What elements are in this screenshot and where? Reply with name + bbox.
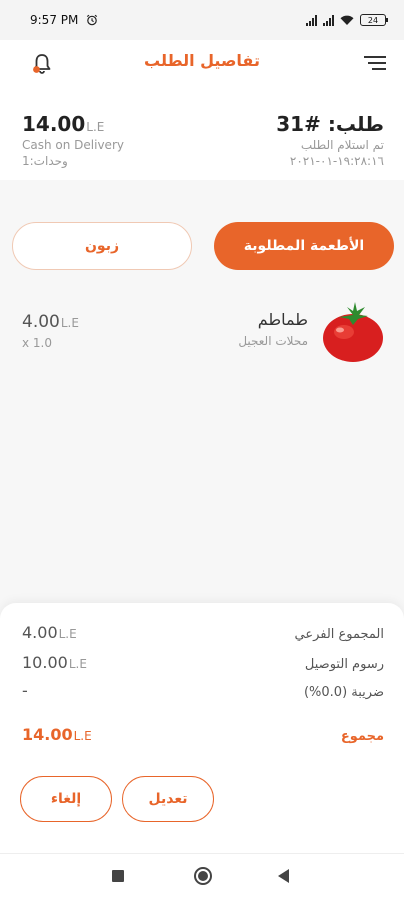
total-row: 14.00 L.E مجموع xyxy=(22,725,384,744)
alarm-icon xyxy=(87,14,98,26)
subtotal-currency: L.E xyxy=(58,627,77,641)
order-total-currency: L.E xyxy=(86,120,105,134)
signal-icon-2 xyxy=(323,14,334,26)
battery-level: 24 xyxy=(367,15,379,25)
order-date: ١٩:٢٨:١٦-٠١-٢٠٢١ xyxy=(289,154,384,168)
order-total: 14.00 L.E xyxy=(22,112,104,136)
edit-button[interactable]: تعديل xyxy=(122,776,214,822)
total-currency: L.E xyxy=(73,729,92,743)
app-bar: تفاصيل الطلب xyxy=(0,40,404,90)
subtotal-label: المجموع الفرعي xyxy=(294,627,384,642)
item-quantity: x 1.0 xyxy=(22,336,52,350)
total-amount: 14.00 xyxy=(22,725,73,744)
home-icon[interactable] xyxy=(194,867,212,885)
delivery-fee-amount: 10.00 xyxy=(22,653,68,672)
status-bar: 9:57 PM 24 xyxy=(0,0,404,40)
item-store: محلات العجيل xyxy=(238,334,308,348)
delivery-fee-label: رسوم التوصيل xyxy=(304,657,384,672)
order-summary: 4.00 L.E المجموع الفرعي 10.00 L.E رسوم الت… xyxy=(0,603,404,853)
total-value: 14.00 L.E xyxy=(22,725,92,744)
subtotal-row: 4.00 L.E المجموع الفرعي xyxy=(22,623,384,642)
item-price: 4.00 L.E xyxy=(22,312,79,332)
recent-apps-icon[interactable] xyxy=(112,870,124,882)
back-icon[interactable] xyxy=(278,869,289,883)
order-header: طلب: #31 تم استلام الطلب ١٩:٢٨:١٦-٠١-٢٠٢… xyxy=(0,90,404,180)
menu-icon[interactable] xyxy=(364,56,386,72)
delivery-fee-row: 10.00 L.E رسوم التوصيل xyxy=(22,653,384,672)
tab-customer[interactable]: زبون xyxy=(12,222,192,270)
item-name: طماطم xyxy=(257,310,308,329)
order-received-label: تم استلام الطلب xyxy=(300,138,384,152)
signal-icon xyxy=(306,14,317,26)
wifi-icon xyxy=(340,15,354,25)
subtotal-amount: 4.00 xyxy=(22,623,58,642)
status-time: 9:57 PM xyxy=(30,13,79,27)
cancel-button[interactable]: إلغاء xyxy=(20,776,112,822)
tax-value: - xyxy=(22,681,28,700)
tab-ordered-items[interactable]: الأطعمة المطلوبة xyxy=(214,222,394,270)
battery-icon: 24 xyxy=(360,14,388,26)
page-title: تفاصيل الطلب xyxy=(144,51,260,70)
payment-method: Cash on Delivery xyxy=(22,138,124,152)
tax-row: - ضريبة (0.0%) xyxy=(22,681,384,700)
item-price-value: 4.00 xyxy=(22,312,60,332)
tomato-icon xyxy=(323,302,383,362)
order-total-amount: 14.00 xyxy=(22,112,86,136)
system-nav-bar xyxy=(0,853,404,900)
total-label: مجموع xyxy=(340,729,384,744)
item-price-currency: L.E xyxy=(60,316,79,330)
order-units: وحدات:1 xyxy=(22,154,68,168)
order-tabs: زبون الأطعمة المطلوبة xyxy=(12,222,394,270)
status-right: 24 xyxy=(306,14,388,26)
delivery-fee-value: 10.00 L.E xyxy=(22,653,87,672)
list-item[interactable]: طماطم محلات العجيل 4.00 L.E x 1.0 xyxy=(0,296,404,368)
delivery-fee-currency: L.E xyxy=(68,657,87,671)
status-left: 9:57 PM xyxy=(30,13,98,27)
subtotal-value: 4.00 L.E xyxy=(22,623,77,642)
tax-label: ضريبة (0.0%) xyxy=(303,685,384,700)
order-number: طلب: #31 xyxy=(276,112,384,136)
